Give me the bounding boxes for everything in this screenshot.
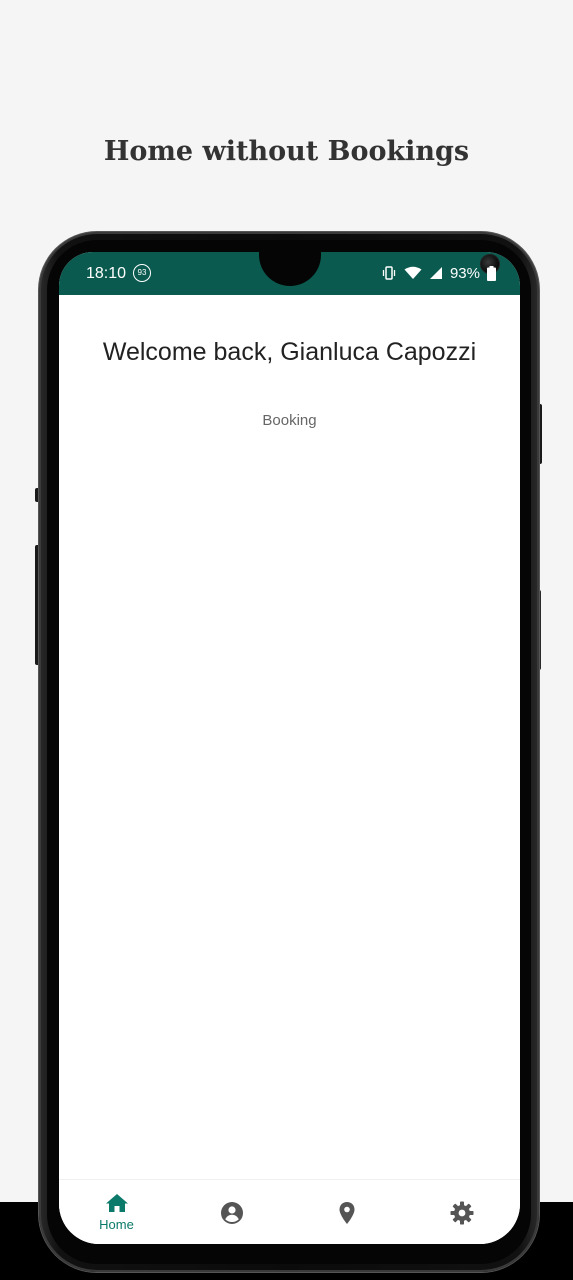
gear-icon — [450, 1201, 474, 1225]
status-bar: 18:10 93 93% — [59, 252, 520, 295]
nav-item-location[interactable] — [289, 1180, 404, 1244]
status-time: 18:10 — [86, 265, 127, 282]
account-circle-icon — [220, 1201, 244, 1225]
booking-label: Booking — [262, 412, 317, 429]
notch — [259, 252, 500, 286]
nav-item-home[interactable]: Home — [59, 1180, 174, 1244]
signal-icon — [429, 266, 443, 280]
status-icons: 93% — [381, 264, 496, 282]
notification-badge: 93 — [133, 264, 151, 282]
nav-item-profile[interactable] — [174, 1180, 289, 1244]
wifi-icon — [404, 266, 422, 280]
battery-icon — [487, 265, 496, 281]
vibrate-icon — [381, 265, 397, 281]
phone-screen: 18:10 93 93% Welcome back, Gianluca Capo… — [59, 252, 520, 1244]
nav-item-settings[interactable] — [404, 1180, 519, 1244]
bottom-navigation: Home — [59, 1179, 520, 1244]
nav-item-label: Home — [99, 1217, 134, 1232]
home-icon — [105, 1193, 129, 1215]
welcome-message: Welcome back, Gianluca Capozzi — [102, 338, 477, 366]
battery-percent: 93% — [449, 264, 480, 282]
page-title: Home without Bookings — [103, 136, 470, 167]
location-pin-icon — [338, 1201, 356, 1225]
